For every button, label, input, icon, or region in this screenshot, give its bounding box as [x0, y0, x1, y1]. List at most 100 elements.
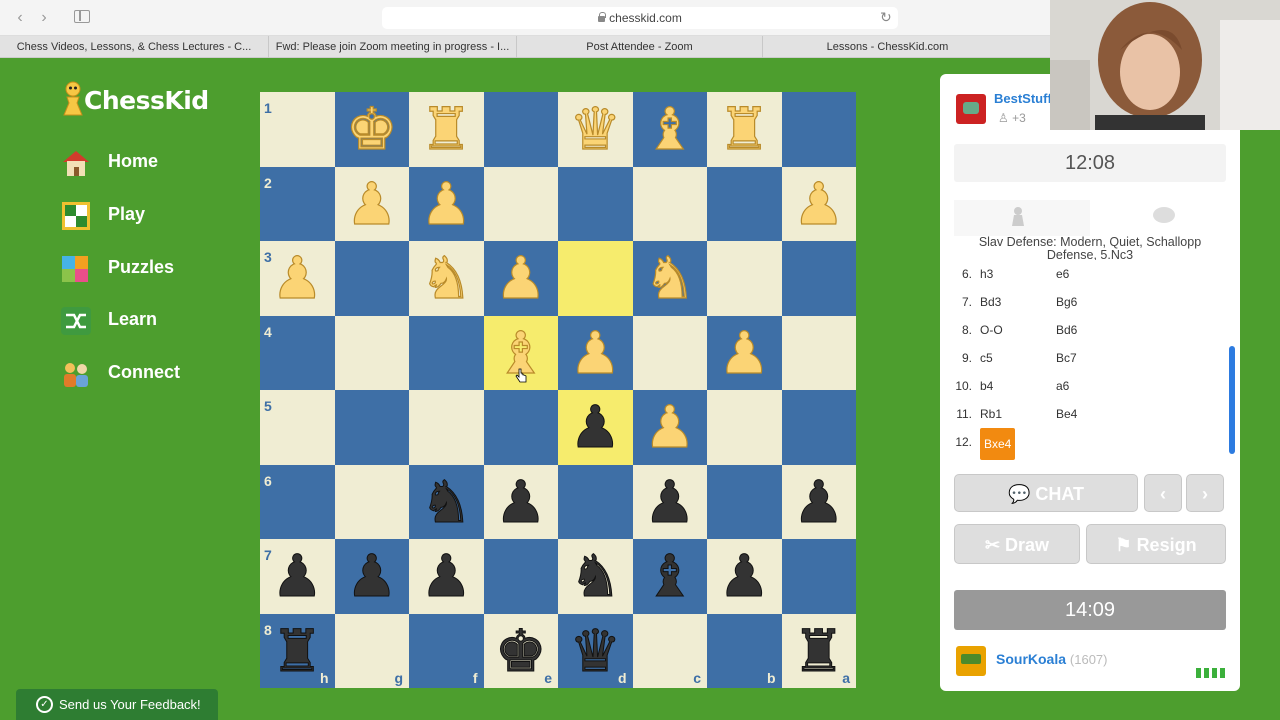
black-queen-icon[interactable]: ♛	[558, 614, 633, 689]
board-square[interactable]	[781, 92, 856, 167]
browser-tab[interactable]: Lessons - ChessKid.com	[762, 36, 1012, 58]
board-square[interactable]	[632, 315, 707, 390]
black-rook-icon[interactable]: ♜	[782, 614, 857, 689]
board-square[interactable]: ♚	[334, 92, 410, 167]
browser-tab[interactable]: Post Attendee - Zoom	[516, 36, 762, 58]
nav-item-play[interactable]: Play	[60, 199, 240, 233]
black-pawn-icon[interactable]: ♟	[409, 539, 484, 614]
black-pawn-icon[interactable]: ♟	[782, 465, 857, 540]
board-square[interactable]: 6	[260, 464, 335, 539]
board-square[interactable]: 1	[260, 92, 335, 167]
my-avatar[interactable]	[956, 646, 986, 676]
black-pawn-icon[interactable]: ♟	[707, 539, 782, 614]
black-pawn-icon[interactable]: ♟	[260, 539, 335, 614]
board-square[interactable]: 3 ♟	[260, 241, 335, 316]
board-square[interactable]: ♛	[558, 92, 633, 167]
board-square[interactable]	[334, 241, 409, 316]
board-square[interactable]: 7 ♟	[260, 539, 335, 614]
board-square[interactable]	[781, 390, 856, 465]
black-bishop-icon[interactable]: ♝	[633, 539, 708, 614]
board-square[interactable]: ♟	[781, 464, 857, 540]
board-square[interactable]: ♟	[409, 166, 484, 242]
board-square[interactable]: ♟	[334, 539, 410, 614]
draw-button[interactable]: ✂ Draw	[954, 524, 1080, 564]
black-move[interactable]: a6	[1056, 372, 1069, 400]
board-square[interactable]: ♝	[632, 92, 708, 167]
white-bishop-icon[interactable]: ♝	[633, 92, 708, 167]
browser-tab[interactable]: Chess Videos, Lessons, & Chess Lectures …	[0, 36, 268, 58]
board-square[interactable]	[781, 241, 856, 316]
board-square[interactable]: ♝	[632, 539, 708, 614]
white-move[interactable]: O-O	[980, 316, 1003, 344]
board-square[interactable]: c	[632, 613, 707, 688]
black-move[interactable]: Bc7	[1056, 344, 1077, 372]
board-square[interactable]: f	[409, 613, 484, 688]
board-square[interactable]	[334, 315, 409, 390]
board-square[interactable]: ♟	[781, 166, 857, 242]
nav-item-puzzles[interactable]: Puzzles	[60, 252, 240, 286]
board-square[interactable]	[483, 92, 558, 167]
board-square[interactable]: ♟	[632, 464, 707, 539]
browser-tab[interactable]: Fwd: Please join Zoom meeting in progres…	[268, 36, 516, 58]
white-pawn-icon[interactable]: ♟	[484, 241, 559, 316]
white-pawn-icon[interactable]: ♟	[409, 167, 484, 242]
white-king-icon[interactable]: ♚	[335, 92, 410, 167]
board-square[interactable]: ♟	[409, 539, 484, 614]
board-square[interactable]: ♞	[409, 464, 484, 540]
black-pawn-icon[interactable]: ♟	[558, 390, 633, 465]
board-square[interactable]: ♞	[558, 539, 633, 614]
board-square[interactable]: a ♜	[781, 613, 857, 689]
board-square[interactable]: d ♛	[558, 613, 633, 689]
black-pawn-icon[interactable]: ♟	[335, 539, 410, 614]
board-square[interactable]: ♟	[558, 390, 633, 465]
board-square[interactable]: e ♚	[483, 613, 559, 689]
move-list[interactable]: 6. h3 e6 7. Bd3 Bg6 8. O-O Bd6 9. c5 Bc7 10. b4 a6 11. R…	[948, 260, 1228, 460]
black-move[interactable]: Be4	[1056, 400, 1077, 428]
white-rook-icon[interactable]: ♜	[707, 92, 782, 167]
white-move[interactable]: Rb1	[980, 400, 1002, 428]
board-square[interactable]: ♟	[632, 390, 708, 465]
my-name[interactable]: SourKoala (1607)	[996, 651, 1107, 667]
board-square[interactable]	[707, 166, 782, 241]
previous-move-button[interactable]: ‹	[1144, 474, 1182, 512]
board-square[interactable]: ♜	[409, 92, 484, 167]
white-pawn-icon[interactable]: ♟	[558, 316, 633, 391]
opponent-avatar[interactable]	[956, 94, 986, 124]
board-square[interactable]: ♟	[334, 166, 410, 242]
chesskid-logo[interactable]: ChessKid	[60, 76, 220, 124]
board-square[interactable]	[558, 241, 633, 316]
board-square[interactable]: g	[334, 613, 409, 688]
feedback-button[interactable]: ✓ Send us Your Feedback!	[16, 689, 218, 720]
resign-button[interactable]: ⚑ Resign	[1086, 524, 1226, 564]
opponent-name[interactable]: BestStuff	[994, 91, 1052, 106]
white-pawn-icon[interactable]: ♟	[782, 167, 857, 242]
board-square[interactable]: ♟	[707, 539, 782, 614]
board-square[interactable]: ♟	[483, 464, 558, 539]
board-square[interactable]	[707, 390, 782, 465]
board-square[interactable]: 4	[260, 315, 335, 390]
white-move[interactable]: Bxe4	[980, 428, 1016, 460]
black-king-icon[interactable]: ♚	[484, 614, 559, 689]
black-knight-icon[interactable]: ♞	[409, 465, 484, 540]
board-square[interactable]: ♞	[632, 241, 708, 316]
board-square[interactable]	[334, 390, 409, 465]
white-move[interactable]: h3	[980, 260, 993, 288]
white-pawn-icon[interactable]: ♟	[335, 167, 410, 242]
board-square[interactable]: ♞	[409, 241, 484, 316]
sidebar-toggle-icon[interactable]	[74, 10, 90, 23]
nav-item-learn[interactable]: Learn	[60, 304, 240, 338]
board-square[interactable]: 5	[260, 390, 335, 465]
board-square[interactable]: ♟	[707, 315, 782, 390]
white-move[interactable]: c5	[980, 344, 993, 372]
chess-board[interactable]: 1 ♚ ♜ ♛ ♝ ♜ 2 ♟ ♟ ♟ 3 ♟ ♞ ♟ ♞ 4 ♝ ♟ ♟ 5 ♟ ♟ 6 ♞ ♟ ♟ ♟ 7 ♟ ♟ ♟ ♞ ♝ ♟ 8 h ♜ g f e…	[260, 92, 856, 688]
white-pawn-icon[interactable]: ♟	[633, 390, 708, 465]
back-icon[interactable]: ‹	[10, 8, 30, 28]
nav-item-home[interactable]: Home	[60, 146, 240, 180]
white-move[interactable]: b4	[980, 372, 993, 400]
board-square[interactable]	[707, 241, 782, 316]
board-square[interactable]	[409, 390, 484, 465]
tab-moves[interactable]	[954, 200, 1090, 236]
black-knight-icon[interactable]: ♞	[558, 539, 633, 614]
white-knight-icon[interactable]: ♞	[633, 241, 708, 316]
black-rook-icon[interactable]: ♜	[260, 614, 335, 689]
